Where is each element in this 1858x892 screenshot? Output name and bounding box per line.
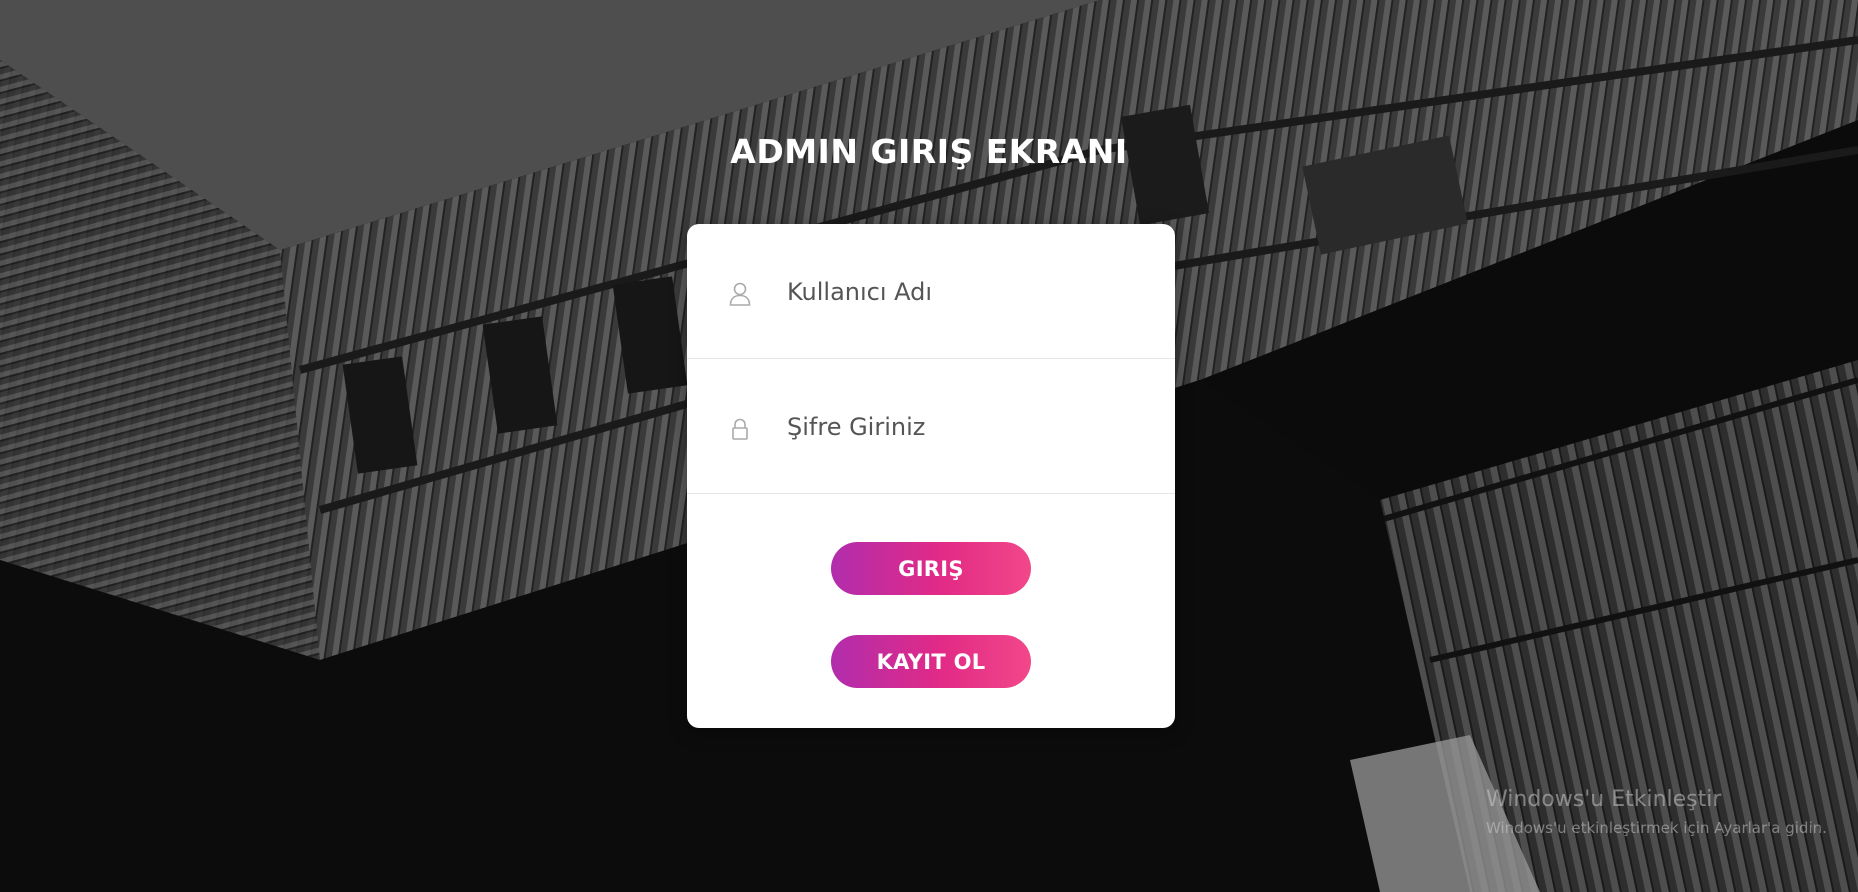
page-title: ADMIN GIRIŞ EKRANI bbox=[730, 132, 1128, 171]
lock-icon bbox=[729, 417, 751, 441]
watermark-title: Windows'u Etkinleştir bbox=[1486, 787, 1722, 812]
username-field bbox=[687, 224, 1175, 359]
password-field bbox=[687, 359, 1175, 494]
login-button[interactable]: GIRIŞ bbox=[831, 542, 1031, 595]
password-input[interactable] bbox=[787, 405, 1147, 449]
watermark-subtitle: Windows'u etkinleştirmek için Ayarlar'a … bbox=[1486, 819, 1827, 837]
activation-watermark: Windows'u Etkinleştir Windows'u etkinleş… bbox=[1486, 786, 1827, 838]
login-card: GIRIŞ KAYIT OL bbox=[687, 224, 1175, 728]
register-button[interactable]: KAYIT OL bbox=[831, 635, 1031, 688]
username-input[interactable] bbox=[787, 270, 1147, 314]
user-icon bbox=[729, 282, 751, 306]
